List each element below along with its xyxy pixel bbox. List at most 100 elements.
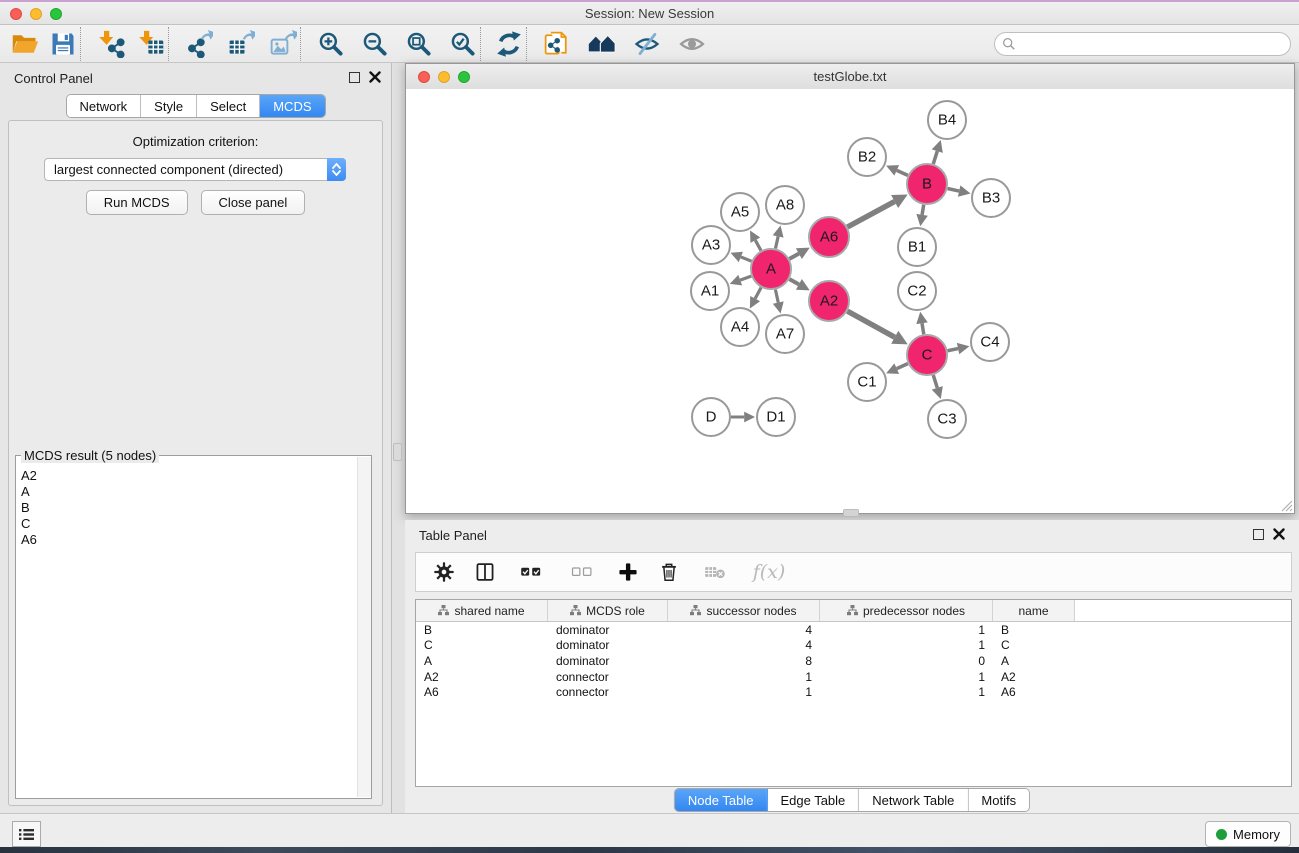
float-panel-icon[interactable] (349, 72, 360, 83)
graph-node-C2[interactable]: C2 (898, 272, 936, 310)
tab-node-table[interactable]: Node Table (675, 789, 768, 811)
graph-edge (789, 248, 809, 259)
graph-node-A3[interactable]: A3 (692, 226, 730, 264)
control-panel: Control Panel NetworkStyleSelectMCDS Opt… (0, 63, 392, 813)
table-panel-title: Table Panel (419, 528, 487, 543)
tab-network[interactable]: Network (66, 95, 141, 117)
import-table-icon[interactable] (134, 28, 168, 60)
svg-text:D: D (706, 409, 717, 426)
home-icon[interactable] (585, 28, 619, 60)
memory-button[interactable]: Memory (1205, 821, 1291, 847)
graph-node-A6[interactable]: A6 (809, 217, 849, 257)
graph-node-A[interactable]: A (751, 249, 791, 289)
column-label: predecessor nodes (863, 604, 965, 618)
network-window-titlebar[interactable]: testGlobe.txt (406, 64, 1294, 90)
column-header-predecessor-nodes[interactable]: predecessor nodes (820, 600, 993, 621)
graph-node-C3[interactable]: C3 (928, 400, 966, 438)
tab-edge-table[interactable]: Edge Table (767, 789, 859, 811)
search-input[interactable] (994, 32, 1291, 56)
network-file-icon[interactable] (540, 28, 574, 60)
column-header-shared-name[interactable]: shared name (416, 600, 548, 621)
graph-node-B4[interactable]: B4 (928, 101, 966, 139)
criterion-select[interactable]: largest connected component (directed) (44, 158, 346, 181)
graph-node-C4[interactable]: C4 (971, 323, 1009, 361)
vertical-splitter-handle[interactable] (393, 443, 402, 461)
svg-text:A1: A1 (701, 283, 719, 300)
column-header-name[interactable]: name (993, 600, 1075, 621)
graph-node-B3[interactable]: B3 (972, 179, 1010, 217)
graph-node-B1[interactable]: B1 (898, 228, 936, 266)
delete-icon[interactable] (657, 560, 681, 584)
svg-text:A7: A7 (776, 326, 794, 343)
table-cell: 1 (820, 623, 993, 637)
graph-node-B[interactable]: B (907, 164, 947, 204)
graph-node-A7[interactable]: A7 (766, 315, 804, 353)
graph-edge (916, 205, 927, 227)
select-all-icon[interactable] (514, 560, 548, 584)
svg-text:A3: A3 (702, 237, 720, 254)
float-table-panel-icon[interactable] (1253, 529, 1264, 540)
column-label: successor nodes (706, 604, 796, 618)
add-icon[interactable] (616, 560, 640, 584)
optimization-criterion-label: Optimization criterion: (9, 134, 382, 149)
export-network-icon[interactable] (182, 28, 216, 60)
tab-style[interactable]: Style (141, 95, 197, 117)
graph-node-C[interactable]: C (907, 335, 947, 375)
task-history-button[interactable] (12, 821, 41, 847)
graph-node-A5[interactable]: A5 (721, 193, 759, 231)
refresh-layout-icon[interactable] (492, 28, 526, 60)
table-row[interactable]: Cdominator41C (416, 638, 1291, 654)
result-item: B (21, 500, 357, 516)
deselect-all-icon[interactable] (565, 560, 599, 584)
close-panel-icon[interactable] (369, 71, 381, 83)
table-cell: 1 (820, 670, 993, 684)
result-item: A (21, 484, 357, 500)
graph-node-A1[interactable]: A1 (691, 272, 729, 310)
graph-node-C1[interactable]: C1 (848, 363, 886, 401)
close-panel-button[interactable]: Close panel (201, 190, 306, 215)
zoom-fit-icon[interactable] (402, 28, 436, 60)
svg-text:C: C (922, 347, 933, 364)
graph-node-A8[interactable]: A8 (766, 186, 804, 224)
graph-edge (750, 288, 761, 309)
graph-node-D1[interactable]: D1 (757, 398, 795, 436)
table-row[interactable]: Adominator80A (416, 653, 1291, 669)
export-table-icon[interactable] (224, 28, 258, 60)
graph-node-A4[interactable]: A4 (721, 308, 759, 346)
column-header-mcds-role[interactable]: MCDS role (548, 600, 668, 621)
settings-icon[interactable] (432, 560, 456, 584)
resize-grip[interactable] (1280, 499, 1293, 512)
export-image-icon[interactable] (266, 28, 300, 60)
svg-text:B1: B1 (908, 239, 926, 256)
tab-select[interactable]: Select (197, 95, 260, 117)
graph-node-A2[interactable]: A2 (809, 281, 849, 321)
zoom-selected-icon[interactable] (446, 28, 480, 60)
horizontal-splitter-handle[interactable] (843, 509, 859, 517)
graph-node-D[interactable]: D (692, 398, 730, 436)
tab-network-table[interactable]: Network Table (859, 789, 968, 811)
table-row[interactable]: A2connector11A2 (416, 669, 1291, 685)
import-network-icon[interactable] (94, 28, 128, 60)
table-row[interactable]: Bdominator41B (416, 622, 1291, 638)
graph-node-B2[interactable]: B2 (848, 138, 886, 176)
svg-text:B2: B2 (858, 149, 876, 166)
graph-edge (730, 252, 751, 262)
table-panel: Table Panel f(x) shared nameMCDS rolesuc… (405, 520, 1299, 813)
zoom-in-icon[interactable] (314, 28, 348, 60)
columns-icon[interactable] (473, 560, 497, 584)
close-table-panel-icon[interactable] (1273, 528, 1285, 540)
open-session-icon[interactable] (8, 28, 42, 60)
table-row[interactable]: A6connector11A6 (416, 684, 1291, 700)
save-session-icon[interactable] (46, 28, 80, 60)
svg-text:A4: A4 (731, 319, 749, 336)
result-scrollbar[interactable] (357, 457, 371, 797)
node-table: shared nameMCDS role successor nodes prede… (415, 599, 1292, 787)
network-canvas[interactable]: A A1 A2 A3 A4 A5 A6 A7 A8 B B1 B2 B3 B4 C C1 C2 C3 C4 D D1 (406, 89, 1294, 513)
run-mcds-button[interactable]: Run MCDS (86, 190, 188, 215)
zoom-out-icon[interactable] (358, 28, 392, 60)
show-hidden-icon[interactable] (675, 28, 709, 60)
tab-mcds[interactable]: MCDS (260, 95, 324, 117)
tab-motifs[interactable]: Motifs (968, 789, 1029, 811)
column-header-successor-nodes[interactable]: successor nodes (668, 600, 820, 621)
hide-selected-icon[interactable] (630, 28, 664, 60)
